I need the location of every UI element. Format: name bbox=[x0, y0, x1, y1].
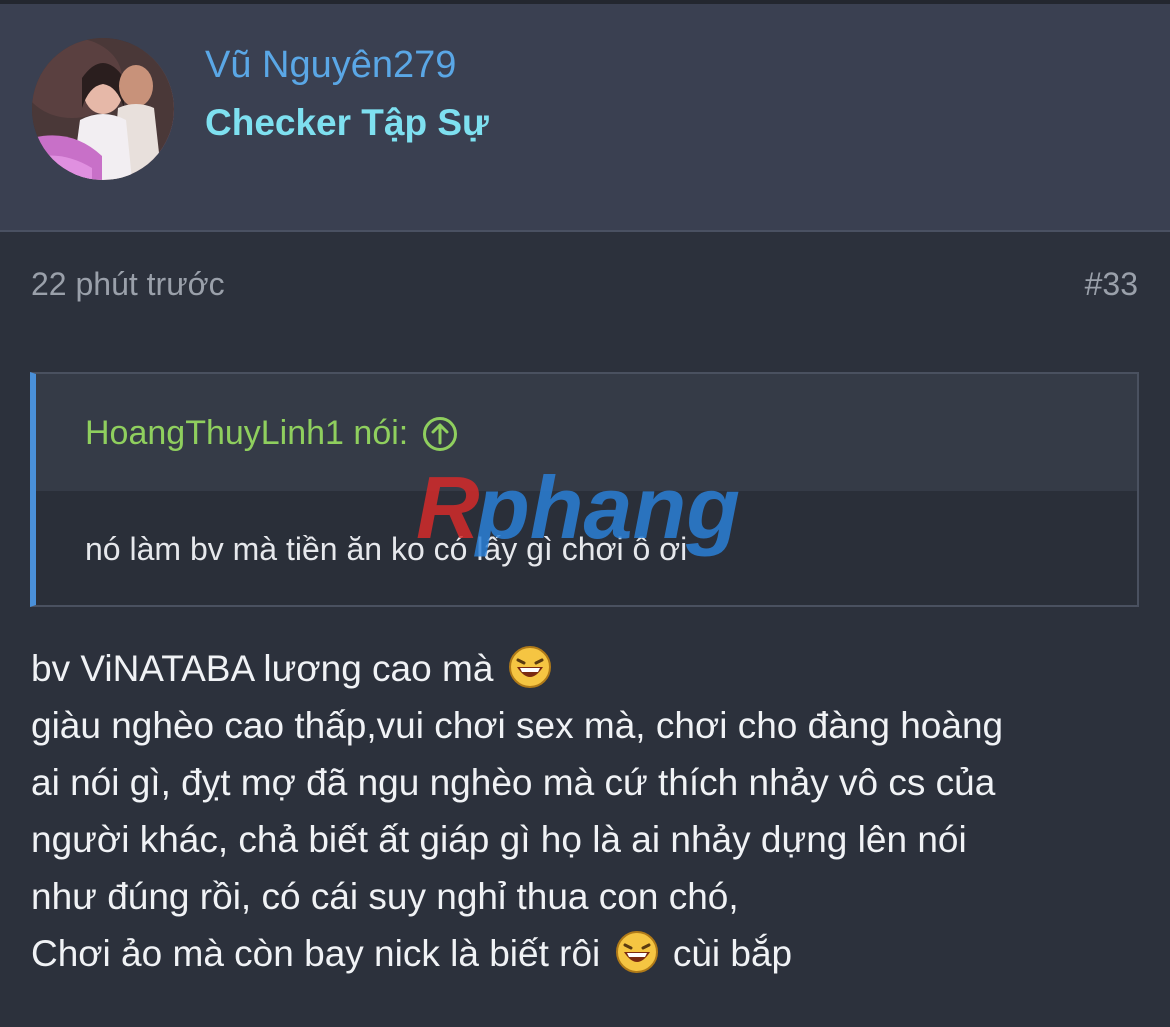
arrow-up-circle-icon[interactable] bbox=[422, 416, 458, 452]
message-text: cùi bắp bbox=[672, 933, 793, 974]
quote-text: nó làm bv mà tiền ăn ko có lấy gì chơi ô… bbox=[85, 531, 688, 567]
quote-block: HoangThuyLinh1 nói: nó làm bv mà tiền ăn… bbox=[30, 372, 1139, 607]
post-timestamp[interactable]: 22 phút trước bbox=[31, 266, 225, 303]
message-line: người khác, chả biết ất giáp gì họ là ai… bbox=[31, 819, 967, 860]
user-title: Checker Tập Sự bbox=[205, 102, 489, 143]
message-line: như đúng rồi, có cái suy nghỉ thua con c… bbox=[31, 876, 739, 917]
message-line: bv ViNATABA lương cao mà bbox=[31, 640, 1141, 697]
post-number[interactable]: #33 bbox=[1085, 266, 1138, 303]
message-line: giàu nghèo cao thấp,vui chơi sex mà, chơ… bbox=[31, 705, 1004, 746]
message-line: ai nói gì, đỵt mợ đã ngu nghèo mà cứ thí… bbox=[31, 762, 996, 803]
message-text: bv ViNATABA lương cao mà bbox=[31, 648, 494, 689]
avatar-photo-icon bbox=[32, 38, 174, 180]
avatar[interactable] bbox=[32, 38, 174, 180]
laughing-emoji-icon bbox=[508, 646, 551, 688]
post-message: bv ViNATABA lương cao mà giàu nghèo cao … bbox=[31, 640, 1141, 982]
laughing-emoji-icon bbox=[615, 931, 658, 973]
post-page: Vũ Nguyên279 Checker Tập Sự 22 phút trướ… bbox=[0, 0, 1170, 1027]
quote-author[interactable]: HoangThuyLinh1 nói: bbox=[85, 414, 458, 453]
user-header: Vũ Nguyên279 Checker Tập Sự bbox=[0, 4, 1170, 232]
username[interactable]: Vũ Nguyên279 bbox=[205, 44, 456, 87]
quote-author-label: HoangThuyLinh1 nói: bbox=[85, 414, 409, 452]
quote-header: HoangThuyLinh1 nói: bbox=[36, 374, 1137, 491]
message-text: Chơi ảo mà còn bay nick là biết rôi bbox=[31, 933, 601, 974]
message-line: Chơi ảo mà còn bay nick là biết rôi cùi … bbox=[31, 925, 1141, 982]
